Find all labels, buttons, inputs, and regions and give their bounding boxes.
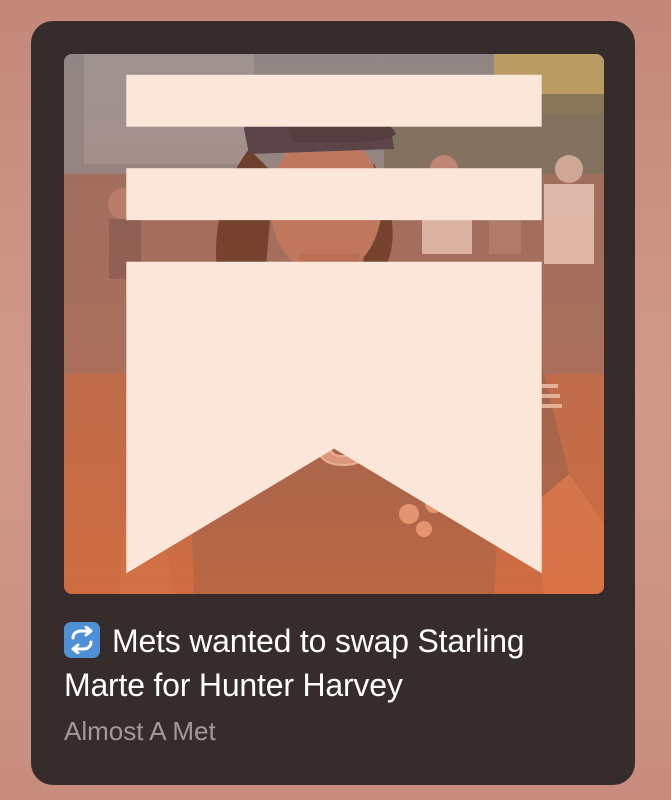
article-card[interactable]: W WSH [31, 21, 635, 785]
article-source[interactable]: Almost A Met [64, 715, 216, 747]
article-thumbnail[interactable]: W WSH [64, 54, 604, 594]
repeat-arrows-icon [64, 622, 100, 658]
article-headline[interactable]: Mets wanted to swap Starling Marte for H… [64, 619, 604, 707]
article-headline-text: Mets wanted to swap Starling Marte for H… [64, 623, 525, 703]
bookmark-icon[interactable] [64, 54, 604, 594]
